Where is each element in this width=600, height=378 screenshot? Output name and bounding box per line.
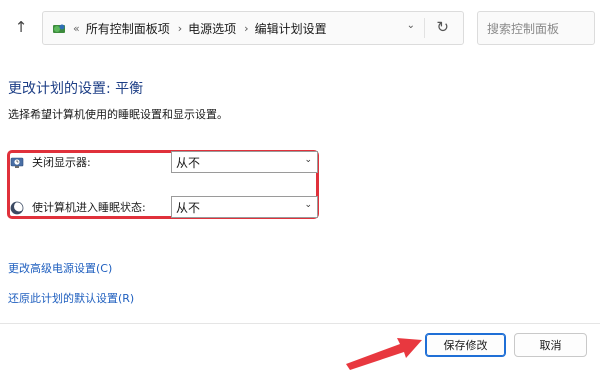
- page-title: 更改计划的设置: 平衡: [8, 81, 144, 97]
- breadcrumb-all-items[interactable]: 所有控制面板项: [86, 20, 170, 37]
- display-off-label: 关闭显示器:: [32, 156, 91, 169]
- footer-divider: [0, 323, 600, 324]
- sleep-select[interactable]: 从不 ⌄: [171, 196, 318, 218]
- chevron-down-icon: ⌄: [304, 155, 312, 165]
- annotation-arrow-icon: [346, 338, 422, 370]
- setting-row-sleep: 使计算机进入睡眠状态:: [10, 196, 146, 218]
- save-button[interactable]: 保存修改: [425, 333, 506, 357]
- address-divider: [424, 18, 425, 38]
- address-bar[interactable]: « 所有控制面板项 › 电源选项 › 编辑计划设置 ⌄ ↻: [42, 11, 464, 45]
- search-placeholder: 搜索控制面板: [487, 21, 560, 36]
- chevron-down-icon: ⌄: [304, 200, 312, 210]
- display-off-select[interactable]: 从不 ⌄: [171, 151, 318, 173]
- breadcrumb-edit-plan[interactable]: 编辑计划设置: [255, 20, 327, 37]
- breadcrumb-separator: ›: [177, 21, 183, 35]
- arrow-up-icon: ↑: [14, 18, 28, 36]
- up-button[interactable]: ↑: [8, 14, 34, 40]
- breadcrumb-separator: ›: [244, 21, 249, 35]
- monitor-clock-icon: [10, 155, 24, 169]
- display-off-value: 从不: [176, 155, 201, 170]
- search-input[interactable]: 搜索控制面板: [477, 11, 595, 45]
- setting-row-display: 关闭显示器:: [10, 151, 91, 173]
- advanced-power-settings-link[interactable]: 更改高级电源设置(C): [8, 260, 112, 276]
- page-description: 选择希望计算机使用的睡眠设置和显示设置。: [8, 108, 228, 121]
- sleep-value: 从不: [176, 200, 201, 215]
- sleep-label: 使计算机进入睡眠状态:: [32, 201, 146, 214]
- refresh-icon[interactable]: ↻: [436, 18, 449, 36]
- overflow-chevron-icon[interactable]: «: [73, 22, 80, 35]
- restore-defaults-link[interactable]: 还原此计划的默认设置(R): [8, 290, 134, 306]
- control-panel-icon: [51, 20, 67, 36]
- cancel-button[interactable]: 取消: [514, 333, 587, 357]
- breadcrumb-power-options[interactable]: 电源选项: [188, 20, 236, 37]
- moon-icon: [10, 200, 24, 215]
- chevron-down-icon[interactable]: ⌄: [407, 20, 415, 31]
